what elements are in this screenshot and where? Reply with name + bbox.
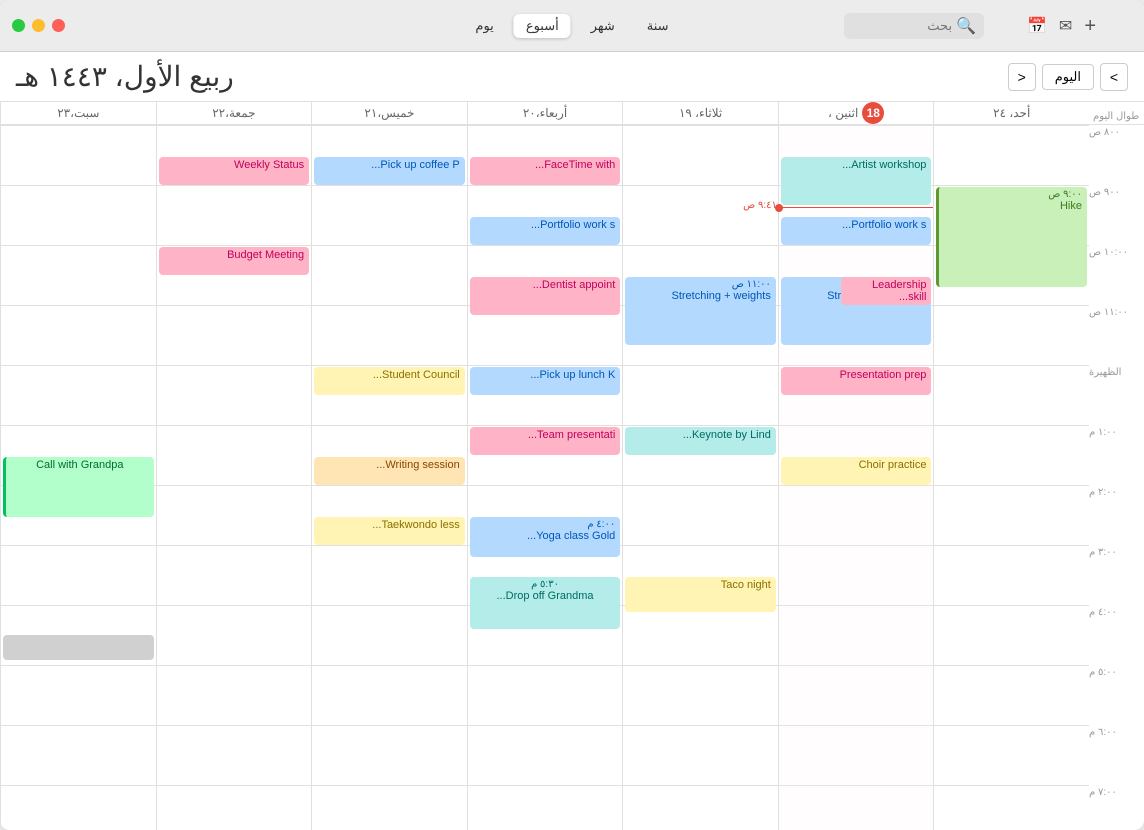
nav-controls: > اليوم < (1008, 63, 1128, 91)
event-student-council[interactable]: Student Council... (314, 367, 465, 395)
event-keynote[interactable]: Keynote by Lind... (625, 427, 776, 455)
event-choir[interactable]: Choir practice (781, 457, 932, 485)
day-header-grid: أحد، ٢٤ 18 اثنين ، ثلاثاء، ١٩ أربعاء،٢٠ … (0, 102, 1089, 124)
time-200: ٢:٠٠ م (1089, 485, 1144, 545)
event-dropoff[interactable]: ٥:٣٠ م Drop off Grandma... (470, 577, 621, 629)
event-dentist[interactable]: Dentist appoint... (470, 277, 621, 315)
time-600: ٦:٠٠ م (1089, 725, 1144, 785)
day-col-5: Weekly Status Budget Meeting (156, 125, 312, 830)
calendar-container: طوال اليوم أحد، ٢٤ 18 اثنين ، ثلاثاء، ١٩… (0, 102, 1144, 830)
day-columns: ٩:٠٠ ص Hike Artist workshop... (0, 125, 1089, 830)
event-taekwondo[interactable]: Taekwondo less... (314, 517, 465, 545)
time-1000: ١٠:٠٠ ص (1089, 245, 1144, 305)
event-facetime[interactable]: FaceTime with... (470, 157, 621, 185)
time-800: ٨٠٠ ص (1089, 125, 1144, 185)
day-col-6: Call with Grandpa (0, 125, 156, 830)
event-weekly-status[interactable]: Weekly Status (159, 157, 310, 185)
day-col-0: ٩:٠٠ ص Hike (933, 125, 1089, 830)
day-col-3: FaceTime with... Portfolio work s... Den… (467, 125, 623, 830)
maximize-button[interactable] (12, 19, 25, 32)
current-time-label: ٩:٤١ ص (743, 200, 779, 211)
add-event-button[interactable]: + (1084, 16, 1096, 36)
view-month-button[interactable]: شهر (579, 14, 627, 38)
calendar-icon[interactable]: 📅 (1027, 16, 1047, 36)
all-day-label: طوال اليوم (1089, 102, 1144, 124)
time-400: ٤:٠٠ م (1089, 605, 1144, 665)
day-col-4: Pick up coffee P... Student Council... W… (311, 125, 467, 830)
time-900: ٩٠٠ ص (1089, 185, 1144, 245)
event-team-presentation[interactable]: Team presentati... (470, 427, 621, 455)
day-header-3: أربعاء،٢٠ (467, 102, 623, 124)
time-500: ٥:٠٠ م (1089, 665, 1144, 725)
toolbar-right: + ✉ 📅 (1027, 16, 1096, 36)
event-pickup-coffee[interactable]: Pick up coffee P... (314, 157, 465, 185)
day-header-5: جمعة،٢٢ (156, 102, 312, 124)
event-leadership[interactable]: Leadership skill... (841, 277, 932, 305)
scroll-area[interactable]: ٨٠٠ ص ٩٠٠ ص ١٠:٠٠ ص ١١:٠٠ ص الظهيرة ١:٠٠… (0, 125, 1144, 830)
day-header-0: أحد، ٢٤ (933, 102, 1089, 124)
app-window: إظهار قائمة التقويمات. إنشاء حدث جديد. ت… (0, 0, 1144, 830)
time-100: ١:٠٠ م (1089, 425, 1144, 485)
search-container: 🔍 (844, 13, 984, 39)
event-portfolio-1[interactable]: Portfolio work s... (781, 217, 932, 245)
minimize-button[interactable] (32, 19, 45, 32)
search-input[interactable] (852, 18, 952, 33)
time-grid: ٨٠٠ ص ٩٠٠ ص ١٠:٠٠ ص ١١:٠٠ ص الظهيرة ١:٠٠… (0, 125, 1144, 830)
nav-bar: > اليوم < ربيع الأول، ١٤٤٣ هـ (0, 52, 1144, 102)
event-sat-bottom[interactable] (3, 635, 154, 660)
event-presentation-prep[interactable]: Presentation prep (781, 367, 932, 395)
inbox-icon[interactable]: ✉ (1059, 16, 1072, 36)
search-icon: 🔍 (956, 16, 976, 36)
time-labels-col: ٨٠٠ ص ٩٠٠ ص ١٠:٠٠ ص ١١:٠٠ ص الظهيرة ١:٠٠… (1089, 125, 1144, 830)
view-week-button[interactable]: أسبوع (514, 14, 571, 38)
close-button[interactable] (52, 19, 65, 32)
event-artist-workshop[interactable]: Artist workshop... (781, 157, 932, 205)
time-300: ٣:٠٠ م (1089, 545, 1144, 605)
view-year-button[interactable]: سنة (635, 14, 681, 38)
today-button[interactable]: اليوم (1042, 64, 1094, 90)
window-controls (12, 19, 65, 32)
day-header-1: 18 اثنين ، (778, 102, 934, 124)
event-writing[interactable]: Writing session... (314, 457, 465, 485)
event-taco-night[interactable]: Taco night (625, 577, 776, 612)
event-pickup-lunch[interactable]: Pick up lunch K... (470, 367, 621, 395)
event-portfolio-2[interactable]: Portfolio work s... (470, 217, 621, 245)
day-col-1: Artist workshop... Portfolio work s... ١… (778, 125, 934, 830)
time-700: ٧:٠٠ م (1089, 785, 1144, 830)
view-controls: سنة شهر أسبوع يوم (463, 14, 680, 38)
current-time-line: ٩:٤١ ص (779, 207, 934, 208)
event-hike[interactable]: ٩:٠٠ ص Hike (936, 187, 1087, 287)
view-day-button[interactable]: يوم (463, 14, 505, 38)
day-header-4: خميس،٢١ (311, 102, 467, 124)
event-budget-meeting[interactable]: Budget Meeting (159, 247, 310, 275)
event-call-grandpa[interactable]: Call with Grandpa (3, 457, 154, 517)
nav-prev-button[interactable]: < (1008, 63, 1036, 91)
event-yoga[interactable]: ٤:٠٠ م Yoga class Gold... (470, 517, 621, 557)
day-col-2: ١١:٠٠ ص Stretching + weights Keynote by … (622, 125, 778, 830)
time-1100: ١١:٠٠ ص (1089, 305, 1144, 365)
day-headers: طوال اليوم أحد، ٢٤ 18 اثنين ، ثلاثاء، ١٩… (0, 102, 1144, 125)
event-stretching-2[interactable]: ١١:٠٠ ص Stretching + weights (625, 277, 776, 345)
nav-next-button[interactable]: > (1100, 63, 1128, 91)
day-header-2: ثلاثاء، ١٩ (622, 102, 778, 124)
day-header-6: سبت،٢٣ (0, 102, 156, 124)
calendar-title: ربيع الأول، ١٤٤٣ هـ (16, 60, 234, 93)
time-noon: الظهيرة (1089, 365, 1144, 425)
titlebar: إظهار قائمة التقويمات. إنشاء حدث جديد. ت… (0, 0, 1144, 52)
